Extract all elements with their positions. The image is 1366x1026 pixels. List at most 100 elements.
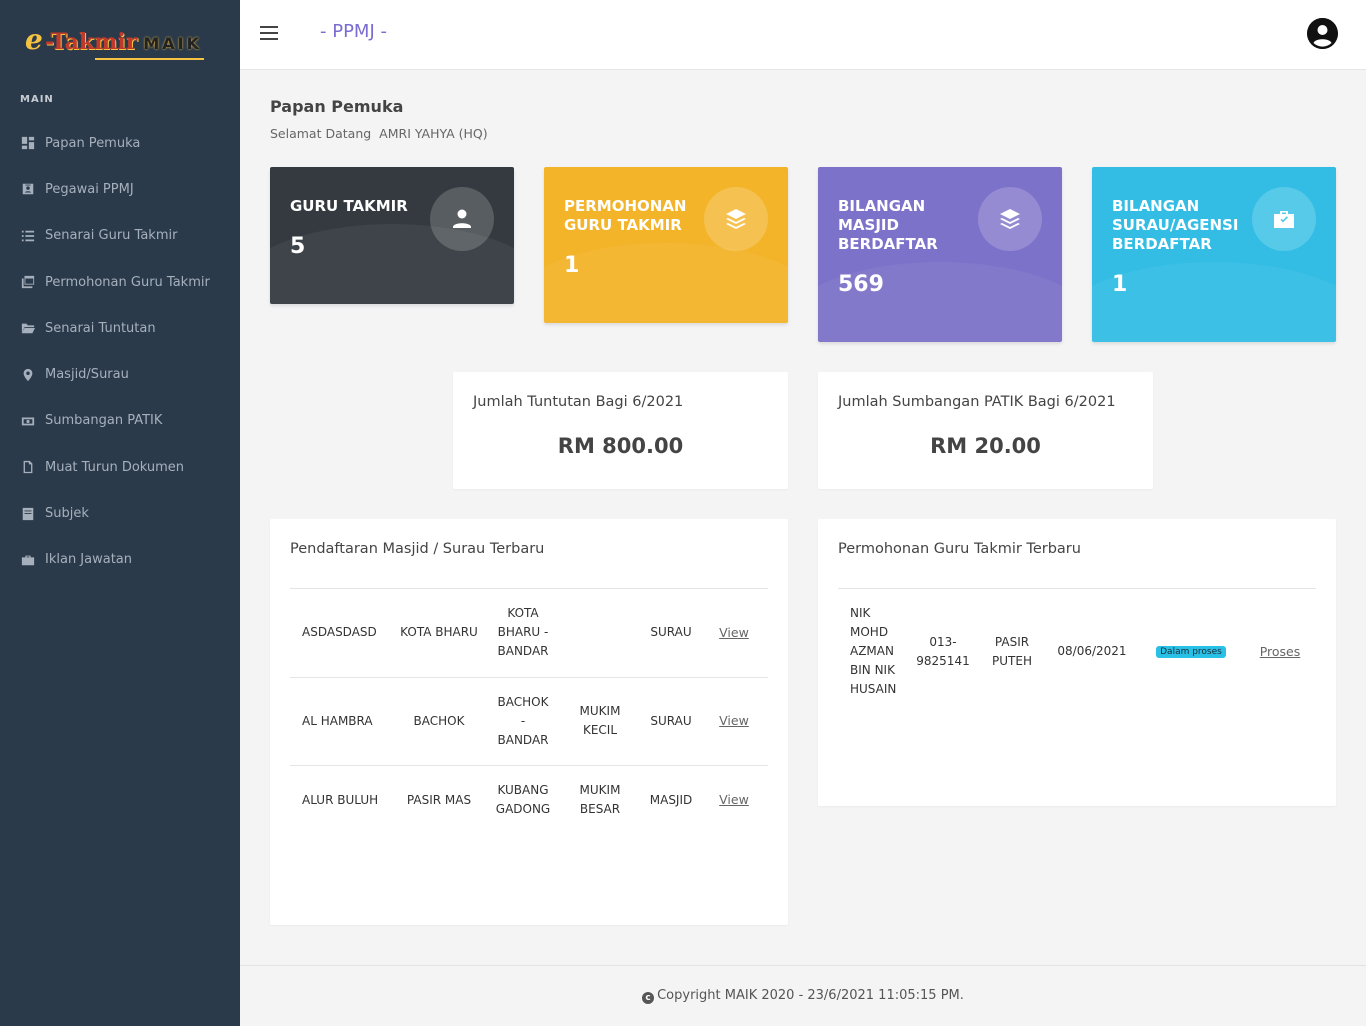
sidebar-item-label: Sumbangan PATIK bbox=[45, 413, 163, 429]
sidebar-item-label: Subjek bbox=[45, 506, 89, 522]
summary-card-tuntutan: Jumlah Tuntutan Bagi 6/2021 RM 800.00 bbox=[453, 372, 788, 489]
dashboard-icon bbox=[20, 135, 36, 151]
card-title: Pendaftaran Masjid / Surau Terbaru bbox=[290, 541, 545, 557]
masjid-registration-card: Pendaftaran Masjid / Surau Terbaru ASDAS… bbox=[270, 519, 788, 925]
book-icon bbox=[20, 506, 36, 522]
sidebar-item-label: Masjid/Surau bbox=[45, 367, 129, 383]
document-icon bbox=[20, 459, 36, 475]
cell-daerah: KOTA BHARU bbox=[400, 625, 478, 640]
summary-title: Jumlah Tuntutan Bagi 6/2021 bbox=[473, 394, 684, 410]
welcome-label: Selamat Datang bbox=[270, 126, 372, 141]
stat-card-bilangan-surau[interactable]: BILANGAN SURAU/AGENSI BERDAFTAR 1 bbox=[1092, 167, 1336, 342]
summary-title: Jumlah Sumbangan PATIK Bagi 6/2021 bbox=[838, 394, 1116, 410]
id-card-icon bbox=[20, 181, 36, 197]
cell-name: ASDASDASD bbox=[302, 625, 377, 640]
stat-value: 569 bbox=[838, 272, 884, 297]
summary-card-sumbangan: Jumlah Sumbangan PATIK Bagi 6/2021 RM 20… bbox=[818, 372, 1153, 489]
cell-mukim bbox=[558, 589, 642, 677]
sidebar-item-label: Papan Pemuka bbox=[45, 135, 141, 151]
stat-value: 1 bbox=[1112, 272, 1128, 297]
sidebar-item-label: Permohonan Guru Takmir bbox=[45, 274, 210, 290]
cell-kawasan: KOTA BHARU - BANDAR bbox=[497, 606, 549, 659]
user-avatar-icon[interactable] bbox=[1307, 18, 1338, 49]
table-row: ALUR BULUH PASIR MAS KUBANG GADONG MUKIM… bbox=[290, 765, 768, 835]
footer-text: Copyright MAIK 2020 - 23/6/2021 11:05:15… bbox=[657, 988, 964, 1003]
table-row: AL HAMBRA BACHOK BACHOK - BANDAR MUKIM K… bbox=[290, 677, 768, 765]
sidebar-item-muat-turun-dokumen[interactable]: Muat Turun Dokumen bbox=[0, 444, 240, 490]
cell-jenis: SURAU bbox=[650, 713, 692, 728]
summary-value: RM 20.00 bbox=[930, 434, 1041, 458]
menu-toggle-icon[interactable] bbox=[260, 26, 280, 42]
sidebar-item-sumbangan-patik[interactable]: Sumbangan PATIK bbox=[0, 398, 240, 444]
sidebar-item-label: Iklan Jawatan bbox=[45, 552, 133, 568]
footer: c Copyright MAIK 2020 - 23/6/2021 11:05:1… bbox=[240, 965, 1366, 1026]
sidebar-item-masjid-surau[interactable]: Masjid/Surau bbox=[0, 351, 240, 397]
cell-phone: 013-9825141 bbox=[916, 634, 970, 668]
proses-link[interactable]: Proses bbox=[1260, 644, 1301, 659]
cell-name: NIK MOHD AZMAN BIN NIK HUSAIN bbox=[850, 606, 897, 696]
masjid-table: ASDASDASD KOTA BHARU KOTA BHARU - BANDAR… bbox=[290, 589, 768, 835]
sidebar-item-iklan-jawatan[interactable]: Iklan Jawatan bbox=[0, 537, 240, 583]
view-link[interactable]: View bbox=[719, 713, 749, 728]
sidebar-item-label: Senarai Tuntutan bbox=[45, 320, 156, 336]
briefcase-icon bbox=[1252, 187, 1316, 251]
money-icon bbox=[20, 413, 36, 429]
sidebar-item-permohonan-guru-takmir[interactable]: Permohonan Guru Takmir bbox=[0, 259, 240, 305]
cell-daerah: PASIR PUTEH bbox=[992, 634, 1032, 668]
folder-icon bbox=[20, 320, 36, 336]
table-row: ASDASDASD KOTA BHARU KOTA BHARU - BANDAR… bbox=[290, 589, 768, 677]
logo-maik: MAIK bbox=[143, 33, 202, 53]
view-link[interactable]: View bbox=[719, 792, 749, 807]
cell-jenis: MASJID bbox=[649, 792, 693, 807]
windows-icon bbox=[20, 274, 36, 290]
stat-label: BILANGAN MASJID BERDAFTAR bbox=[838, 197, 938, 253]
topbar: - PPMJ - bbox=[240, 0, 1366, 70]
list-icon bbox=[20, 228, 36, 244]
guru-table: NIK MOHD AZMAN BIN NIK HUSAIN 013-982514… bbox=[838, 599, 1316, 704]
status-badge: Dalam proses bbox=[1156, 646, 1226, 658]
guru-application-card: Permohonan Guru Takmir Terbaru NIK MOHD … bbox=[818, 519, 1336, 806]
sidebar-item-label: Pegawai PPMJ bbox=[45, 181, 134, 197]
cell-daerah: BACHOK bbox=[413, 713, 465, 728]
app-logo[interactable]: e-Takmir MAIK bbox=[0, 0, 240, 78]
user-icon bbox=[430, 187, 494, 251]
logo-e: e bbox=[25, 22, 43, 56]
cell-date: 08/06/2021 bbox=[1057, 644, 1127, 658]
stat-value: 1 bbox=[564, 253, 580, 278]
cell-kawasan: BACHOK - BANDAR bbox=[497, 694, 549, 747]
sidebar: e-Takmir MAIK MAIN Papan Pemuka Pegawai P… bbox=[0, 0, 240, 1026]
copyright-icon: c bbox=[642, 992, 655, 1004]
sidebar-item-senarai-guru-takmir[interactable]: Senarai Guru Takmir bbox=[0, 213, 240, 259]
sidebar-item-label: Senarai Guru Takmir bbox=[45, 228, 178, 244]
stat-label: PERMOHONAN GURU TAKMIR bbox=[564, 197, 687, 234]
cell-daerah: PASIR MAS bbox=[406, 792, 472, 807]
divider bbox=[838, 588, 1316, 589]
page-title: Papan Pemuka bbox=[270, 97, 404, 116]
stat-card-permohonan-guru-takmir[interactable]: PERMOHONAN GURU TAKMIR 1 bbox=[544, 167, 788, 323]
sidebar-item-senarai-tuntutan[interactable]: Senarai Tuntutan bbox=[0, 305, 240, 351]
menu-section-title: MAIN bbox=[20, 94, 54, 105]
card-title: Permohonan Guru Takmir Terbaru bbox=[838, 541, 1081, 557]
layers-icon bbox=[704, 187, 768, 251]
sidebar-item-pegawai-ppmj[interactable]: Pegawai PPMJ bbox=[0, 166, 240, 212]
page-brand: - PPMJ - bbox=[320, 21, 387, 42]
map-pin-icon bbox=[20, 367, 36, 383]
sidebar-item-papan-pemuka[interactable]: Papan Pemuka bbox=[0, 120, 240, 166]
sidebar-item-label: Muat Turun Dokumen bbox=[45, 459, 185, 475]
logo-underline bbox=[95, 57, 204, 60]
stat-card-bilangan-masjid[interactable]: BILANGAN MASJID BERDAFTAR 569 bbox=[818, 167, 1062, 342]
layers-icon bbox=[978, 187, 1042, 251]
cell-name: AL HAMBRA bbox=[302, 713, 373, 728]
summary-value: RM 800.00 bbox=[557, 434, 684, 458]
cell-name: ALUR BULUH bbox=[302, 792, 379, 807]
stat-card-guru-takmir[interactable]: GURU TAKMIR 5 bbox=[270, 167, 514, 304]
stat-label: BILANGAN SURAU/AGENSI BERDAFTAR bbox=[1112, 197, 1239, 253]
briefcase-icon bbox=[20, 552, 36, 568]
stat-label: GURU TAKMIR bbox=[290, 197, 408, 215]
table-row: NIK MOHD AZMAN BIN NIK HUSAIN 013-982514… bbox=[838, 599, 1316, 704]
logo-takmir: -Takmir bbox=[44, 28, 138, 55]
view-link[interactable]: View bbox=[719, 625, 749, 640]
sidebar-item-subjek[interactable]: Subjek bbox=[0, 490, 240, 536]
user-name: AMRI YAHYA (HQ) bbox=[379, 126, 488, 141]
cell-kawasan: KUBANG GADONG bbox=[495, 783, 551, 817]
